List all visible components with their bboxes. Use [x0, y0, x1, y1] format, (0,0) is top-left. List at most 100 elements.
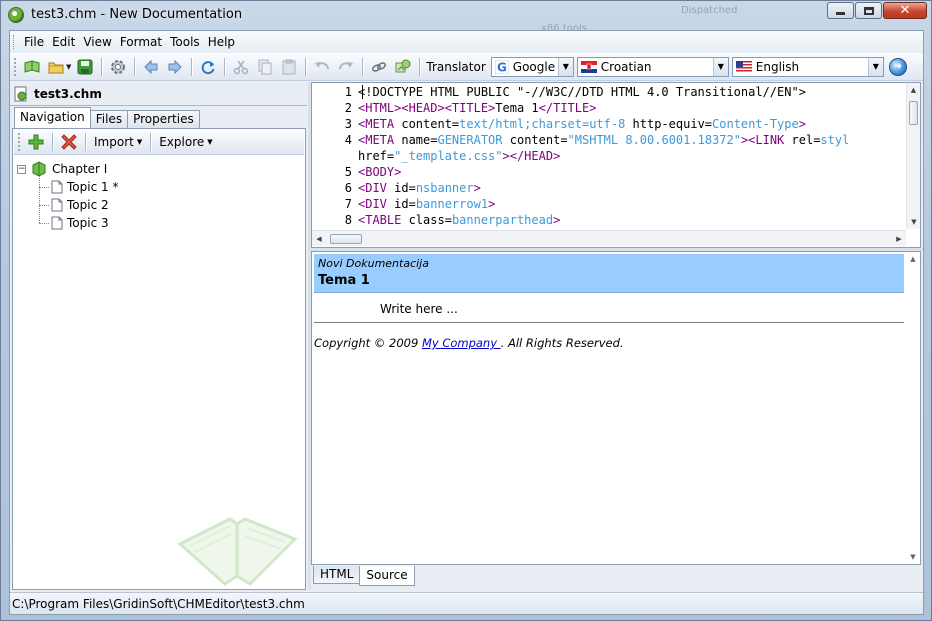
code-token: <TABLE [358, 213, 409, 227]
save-button[interactable] [74, 56, 96, 78]
copy-button[interactable] [254, 56, 276, 78]
code-line[interactable]: 4 <META name=GENERATOR content="MSHTML 8.… [312, 132, 906, 148]
scroll-thumb[interactable] [330, 234, 362, 244]
settings-button[interactable] [107, 56, 129, 78]
explore-menu-button[interactable]: Explore ▼ [155, 135, 216, 149]
tree-node-chapter[interactable]: − Chapter I [17, 160, 118, 178]
tab-properties[interactable]: Properties [127, 110, 200, 128]
translation-engine-select[interactable]: G Google ▼ [490, 56, 574, 77]
toolbar-grip[interactable] [14, 57, 17, 76]
forward-arrow-icon [168, 59, 183, 74]
maximize-button[interactable] [855, 2, 882, 19]
title-bar[interactable]: test3.chm - New Documentation Dispatched… [1, 1, 931, 34]
tree-node-topic-2[interactable]: Topic 2 [39, 196, 118, 214]
insert-image-button[interactable] [392, 56, 414, 78]
file-path: C:\Program Files\GridinSoft\CHMEditor\te… [12, 596, 305, 611]
menu-grip[interactable] [13, 35, 16, 49]
main-toolbar: ▼ Translator G Google ▼ Croatian ▼ Engli… [10, 53, 923, 81]
add-icon [28, 134, 44, 150]
forward-button[interactable] [164, 56, 186, 78]
tab-files[interactable]: Files [89, 110, 129, 128]
tab-html[interactable]: HTML [313, 566, 361, 584]
undo-button[interactable] [311, 56, 333, 78]
code-token: content= [502, 133, 568, 147]
redo-button[interactable] [335, 56, 357, 78]
code-token: "MSHTML 8.00.6001.18372" [567, 133, 741, 147]
chevron-down-icon[interactable]: ▼ [867, 57, 883, 76]
translation-engine-value: Google [512, 59, 556, 74]
chevron-down-icon[interactable]: ▼ [712, 57, 728, 76]
code-area[interactable]: 1 <!DOCTYPE HTML PUBLIC "-//W3C//DTD HTML… [312, 84, 906, 230]
code-line[interactable]: 8 <TABLE class=bannerparthead> [312, 212, 906, 228]
app-icon [14, 86, 27, 102]
menu-format[interactable]: Format [116, 32, 166, 52]
maximize-icon [863, 6, 874, 15]
code-text: <META name=GENERATOR content="MSHTML 8.0… [358, 132, 849, 148]
tree-node-topic-1[interactable]: Topic 1 * [39, 178, 118, 196]
target-language-value: English [755, 59, 800, 74]
toolbar-separator [362, 57, 364, 76]
app-window: test3.chm - New Documentation Dispatched… [0, 0, 932, 621]
menu-tools[interactable]: Tools [166, 32, 204, 52]
refresh-button[interactable] [197, 56, 219, 78]
code-text: <BODY> [358, 164, 401, 180]
tree-node-topic-3[interactable]: Topic 3 [39, 214, 118, 232]
scroll-thumb[interactable] [909, 101, 918, 125]
tab-source[interactable]: Source [359, 566, 415, 586]
chevron-down-icon: ▼ [207, 138, 213, 146]
menu-edit[interactable]: Edit [48, 32, 79, 52]
delete-topic-button[interactable] [58, 131, 80, 153]
scroll-up-icon[interactable]: ▲ [907, 83, 920, 97]
import-menu-button[interactable]: Import ▼ [90, 135, 146, 149]
menu-file[interactable]: File [20, 32, 48, 52]
menu-view[interactable]: View [79, 32, 115, 52]
link-button[interactable] [368, 56, 390, 78]
code-line[interactable]: 7 <DIV id=bannerrow1> [312, 196, 906, 212]
close-button[interactable]: ✕ [883, 2, 927, 19]
scroll-right-icon[interactable]: ▶ [892, 231, 906, 247]
translate-go-button[interactable]: ➜ [888, 57, 907, 76]
code-line[interactable]: 2 <HTML><HEAD><TITLE>Tema 1</TITLE> [312, 100, 906, 116]
tab-navigation[interactable]: Navigation [14, 107, 91, 128]
code-text: <META content=text/html;charset=utf-8 ht… [358, 116, 806, 132]
scroll-down-icon[interactable]: ▼ [907, 215, 921, 229]
source-language-select[interactable]: Croatian ▼ [576, 56, 729, 77]
html-preview[interactable]: Novi Dokumentacija Tema 1 Write here ...… [311, 251, 921, 565]
back-button[interactable] [140, 56, 162, 78]
code-line[interactable]: 3 <META content=text/html;charset=utf-8 h… [312, 116, 906, 132]
code-line[interactable]: href="_template.css"></HEAD> [312, 148, 906, 164]
new-document-button[interactable] [21, 56, 43, 78]
body-text[interactable]: Write here ... [380, 302, 458, 316]
minimize-icon [836, 12, 845, 15]
code-line[interactable]: 1 <!DOCTYPE HTML PUBLIC "-//W3C//DTD HTML… [312, 84, 906, 100]
preview-vertical-scrollbar[interactable]: ▲ ▼ [906, 252, 920, 564]
code-token: <!DOCTYPE HTML PUBLIC "-//W3C//DTD HTML … [358, 85, 806, 99]
add-topic-button[interactable] [25, 131, 47, 153]
editor-vertical-scrollbar[interactable]: ▲ ▼ [906, 83, 920, 229]
cut-icon [234, 60, 249, 74]
code-token: id= [394, 197, 416, 211]
collapse-icon[interactable]: − [17, 164, 26, 174]
scroll-up-icon[interactable]: ▲ [906, 252, 920, 266]
toolbar-grip[interactable] [18, 133, 21, 151]
paste-icon [282, 59, 296, 74]
code-line[interactable]: 6 <DIV id=nsbanner> [312, 180, 906, 196]
menu-help[interactable]: Help [204, 32, 239, 52]
cut-button[interactable] [230, 56, 252, 78]
folder-icon [48, 62, 64, 73]
target-language-select[interactable]: English ▼ [731, 56, 884, 77]
close-icon: ✕ [899, 3, 911, 18]
code-token: text/html;charset=utf-8 [459, 117, 626, 131]
code-line[interactable]: 5 <BODY> [312, 164, 906, 180]
paste-button[interactable] [278, 56, 300, 78]
minimize-button[interactable] [827, 2, 854, 19]
undo-icon [315, 61, 330, 69]
app-icon[interactable] [8, 7, 24, 23]
scroll-down-icon[interactable]: ▼ [906, 550, 920, 564]
open-button[interactable] [45, 56, 67, 78]
chevron-down-icon[interactable]: ▼ [557, 57, 573, 76]
scroll-left-icon[interactable]: ◀ [312, 231, 326, 247]
editor-horizontal-scrollbar[interactable]: ◀ ▶ [312, 230, 906, 246]
company-link[interactable]: My Company [422, 336, 501, 350]
source-editor[interactable]: 1 <!DOCTYPE HTML PUBLIC "-//W3C//DTD HTML… [311, 82, 921, 248]
